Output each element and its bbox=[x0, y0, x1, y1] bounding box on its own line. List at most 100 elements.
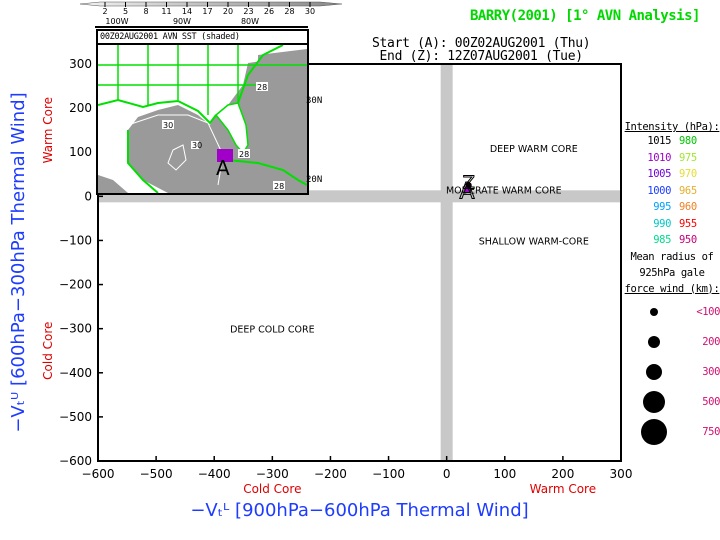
sst-tick-label: 2 bbox=[102, 7, 107, 16]
x-tick-label: 300 bbox=[610, 467, 633, 481]
intensity-value: 1015 bbox=[647, 135, 671, 147]
x-tick-label: −200 bbox=[314, 467, 347, 481]
lat-label-30n: 30N bbox=[306, 96, 323, 106]
intensity-value: 975 bbox=[679, 151, 697, 164]
radius-row: 500 bbox=[624, 387, 720, 417]
x-tick-label: −300 bbox=[256, 467, 289, 481]
sst-tick-label: 5 bbox=[123, 7, 128, 16]
y-warm-core-label: Warm Core bbox=[41, 97, 55, 163]
intensity-row: 1005 970 bbox=[624, 166, 720, 183]
y-tick-label: 100 bbox=[69, 145, 92, 159]
y-cold-core-label: Cold Core bbox=[41, 322, 55, 380]
intensity-value: 1005 bbox=[647, 168, 671, 180]
x-tick-label: 100 bbox=[493, 467, 516, 481]
radius-dot bbox=[643, 390, 665, 413]
radius-label: 750 bbox=[702, 425, 720, 438]
x-tick-label: 0 bbox=[443, 467, 451, 481]
y-tick-label: 300 bbox=[69, 57, 92, 71]
y-axis-title: −Vₜᵁ [600hPa−300hPa Thermal Wind] bbox=[8, 92, 29, 432]
svg-text:28: 28 bbox=[239, 150, 249, 159]
lon-label: 80W bbox=[241, 17, 259, 26]
sst-colorbar: 2 5 8 11 14 17 20 23 26 28 30 100W 90W 80W bbox=[80, 1, 343, 28]
y-tick-label: −200 bbox=[59, 278, 92, 292]
intensity-row: 990 955 bbox=[624, 216, 720, 233]
x-tick-label: −500 bbox=[140, 467, 173, 481]
sst-tick-label: 11 bbox=[161, 7, 171, 16]
radius-label: <100 bbox=[696, 305, 720, 318]
intensity-value: 990 bbox=[653, 217, 671, 230]
intensity-row: 1015 980 bbox=[624, 133, 720, 150]
lat-label-20n: 20N bbox=[306, 175, 323, 185]
sst-tick-label: 20 bbox=[223, 7, 233, 16]
radius-row: <100 bbox=[624, 297, 720, 327]
radius-dot bbox=[650, 307, 658, 316]
sst-inset-map: 00Z02AUG2001 AVN SST (shaded) 30 28 30 2… bbox=[96, 29, 309, 195]
sst-tick-label: 30 bbox=[305, 7, 315, 16]
intensity-value: 960 bbox=[679, 201, 697, 213]
x-warm-core-label: Warm Core bbox=[530, 482, 596, 496]
intensity-row: 985 950 bbox=[624, 232, 720, 249]
radius-note-1: Mean radius of bbox=[630, 250, 714, 263]
intensity-value: 955 bbox=[679, 217, 697, 230]
x-zero-band bbox=[440, 64, 453, 461]
inset-caption: 00Z02AUG2001 AVN SST (shaded) bbox=[98, 31, 307, 45]
y-tick-label: 200 bbox=[69, 101, 92, 115]
x-tick-label: 200 bbox=[551, 467, 574, 481]
storm-track: AZ bbox=[459, 172, 475, 205]
quadrant-label: SHALLOW WARM-CORE bbox=[479, 236, 589, 247]
svg-text:28: 28 bbox=[257, 83, 267, 92]
lon-label: 100W bbox=[105, 17, 128, 26]
lon-label: 90W bbox=[173, 17, 191, 26]
x-tick-label: −600 bbox=[82, 467, 115, 481]
x-axis-title: −Vₜᴸ [900hPa−600hPa Thermal Wind] bbox=[190, 500, 528, 521]
radius-label: 500 bbox=[702, 395, 720, 408]
sst-tick-label: 28 bbox=[284, 7, 294, 16]
sst-tick-label: 8 bbox=[143, 7, 148, 16]
svg-text:30: 30 bbox=[192, 141, 202, 150]
sst-tick-label: 17 bbox=[202, 7, 212, 16]
intensity-value: 995 bbox=[653, 201, 671, 213]
radius-row: 200 bbox=[624, 327, 720, 357]
inset-map-body: 30 28 30 28 28 A bbox=[98, 44, 307, 193]
radius-dot bbox=[646, 363, 662, 380]
intensity-legend: Intensity (hPa): 1015 980 1010 975 1005 970 10… bbox=[624, 121, 720, 447]
intensity-value: 985 bbox=[653, 234, 671, 246]
intensity-row: 1010 975 bbox=[624, 150, 720, 167]
x-cold-core-label: Cold Core bbox=[243, 482, 301, 496]
intensity-value: 950 bbox=[679, 234, 697, 246]
atlantic-sst bbox=[258, 49, 307, 193]
intensity-header: Intensity (hPa): bbox=[624, 121, 720, 133]
intensity-value: 1010 bbox=[647, 151, 671, 164]
track-label-z: Z bbox=[463, 172, 475, 193]
y-tick-label: −300 bbox=[59, 322, 92, 336]
y-tick-label: −400 bbox=[59, 366, 92, 380]
quadrant-label: DEEP COLD CORE bbox=[230, 325, 315, 336]
radius-label: 200 bbox=[702, 335, 720, 348]
y-tick-label: −100 bbox=[59, 233, 92, 247]
radius-row: 300 bbox=[624, 357, 720, 387]
intensity-value: 970 bbox=[679, 168, 697, 180]
x-tick-label: −100 bbox=[372, 467, 405, 481]
svg-text:30: 30 bbox=[163, 121, 173, 130]
radius-note-2: 925hPa gale bbox=[639, 266, 705, 279]
intensity-row: 995 960 bbox=[624, 199, 720, 216]
radius-dot bbox=[641, 418, 667, 445]
radius-label: 300 bbox=[702, 365, 720, 378]
radius-row: 750 bbox=[624, 417, 720, 447]
intensity-row: 1000 965 bbox=[624, 183, 720, 200]
y-tick-label: −600 bbox=[59, 454, 92, 468]
track-start-marker: A bbox=[216, 156, 230, 180]
radius-note-3: force wind (km): bbox=[624, 282, 720, 295]
intensity-value: 1000 bbox=[647, 184, 671, 197]
sst-tick-label: 23 bbox=[243, 7, 253, 16]
sst-tick-label: 26 bbox=[264, 7, 274, 16]
intensity-value: 965 bbox=[679, 184, 697, 197]
sst-tick-label: 14 bbox=[182, 7, 192, 16]
x-tick-label: −400 bbox=[198, 467, 231, 481]
radius-dot bbox=[648, 335, 660, 348]
intensity-value: 980 bbox=[679, 135, 697, 147]
svg-text:28: 28 bbox=[274, 182, 284, 191]
quadrant-label: DEEP WARM CORE bbox=[490, 144, 578, 155]
y-tick-label: −500 bbox=[59, 410, 92, 424]
y-tick-label: 0 bbox=[84, 189, 92, 203]
